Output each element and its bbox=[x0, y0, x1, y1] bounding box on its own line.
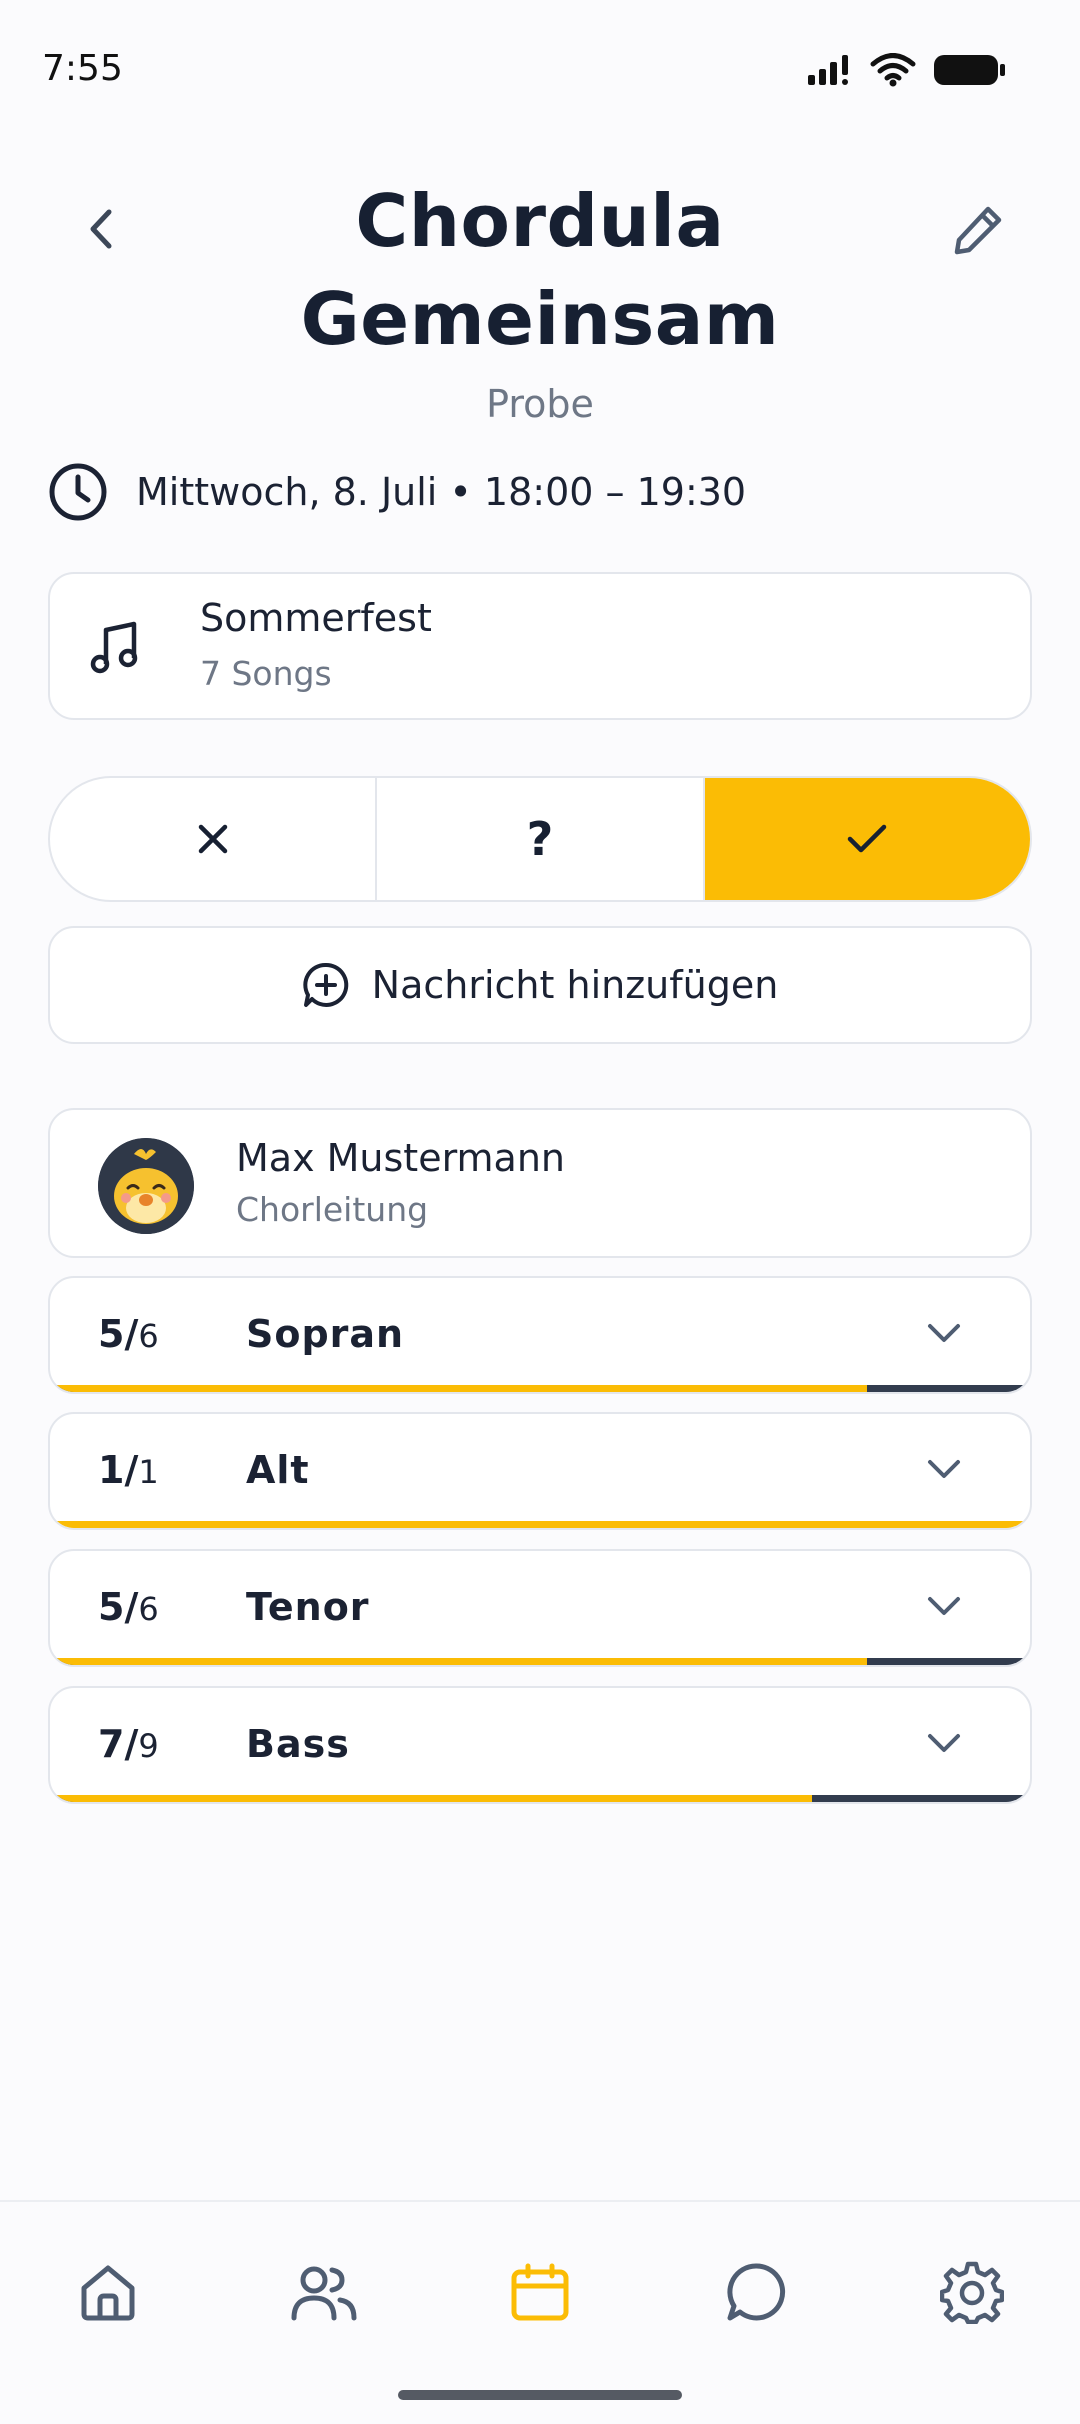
rsvp-decline-button[interactable] bbox=[50, 778, 378, 900]
voice-name: Sopran bbox=[246, 1312, 405, 1356]
setlist-song-count: 7 Songs bbox=[200, 654, 332, 693]
voice-count-total: 6 bbox=[138, 1317, 159, 1355]
rsvp-maybe-label: ? bbox=[526, 812, 554, 866]
event-datetime-row: Mittwoch, 8. Juli • 18:00 – 19:30 bbox=[48, 462, 746, 522]
checkmark-icon bbox=[848, 824, 887, 853]
add-message-label: Nachricht hinzufügen bbox=[371, 963, 779, 1007]
event-datetime: Mittwoch, 8. Juli • 18:00 – 19:30 bbox=[136, 470, 747, 514]
voice-progress-fill bbox=[50, 1521, 1030, 1528]
music-note-icon bbox=[90, 621, 138, 674]
voice-progress-bar bbox=[50, 1385, 1030, 1392]
voice-progress-bar bbox=[50, 1795, 1030, 1802]
nav-calendar[interactable] bbox=[500, 2252, 580, 2332]
calendar-icon bbox=[511, 2263, 569, 2321]
chevron-down-icon bbox=[928, 1597, 960, 1615]
bottom-navigation bbox=[0, 2200, 1080, 2424]
voice-count-confirmed: 5/ bbox=[98, 1585, 139, 1629]
back-button[interactable] bbox=[62, 190, 140, 268]
bird-avatar-icon bbox=[98, 1138, 194, 1234]
clock-icon bbox=[49, 463, 107, 521]
status-bar: 7:55 bbox=[0, 0, 1080, 140]
rsvp-maybe-button[interactable]: ? bbox=[377, 778, 705, 900]
voice-count-confirmed: 7/ bbox=[98, 1722, 139, 1766]
voice-count-confirmed: 1/ bbox=[98, 1448, 139, 1492]
nav-home[interactable] bbox=[68, 2252, 148, 2332]
voice-progress-fill bbox=[50, 1385, 867, 1392]
voice-name: Alt bbox=[246, 1448, 310, 1492]
chevron-down-icon bbox=[928, 1324, 960, 1342]
pencil-icon bbox=[954, 206, 1002, 255]
status-icons bbox=[806, 52, 1008, 88]
choir-leader-card[interactable]: Max Mustermann Chorleitung bbox=[48, 1108, 1032, 1258]
voice-name: Bass bbox=[246, 1722, 350, 1766]
voice-card-sopran[interactable]: 5/6 Sopran bbox=[48, 1276, 1032, 1394]
chat-icon bbox=[727, 2263, 786, 2321]
add-message-button[interactable]: Nachricht hinzufügen bbox=[48, 926, 1032, 1044]
chevron-left-icon bbox=[90, 209, 112, 249]
settings-icon bbox=[940, 2261, 1004, 2324]
voice-count-total: 6 bbox=[138, 1590, 159, 1628]
home-icon bbox=[81, 2265, 135, 2321]
avatar bbox=[98, 1138, 194, 1234]
voice-attendance-count: 5/6 bbox=[98, 1585, 159, 1629]
voice-card-tenor[interactable]: 5/6 Tenor bbox=[48, 1549, 1032, 1667]
nav-members[interactable] bbox=[284, 2252, 364, 2332]
voice-count-total: 1 bbox=[138, 1453, 159, 1491]
home-indicator[interactable] bbox=[398, 2390, 682, 2400]
setlist-card[interactable]: Sommerfest 7 Songs bbox=[48, 572, 1032, 720]
event-title-block: Chordula Gemeinsam Probe bbox=[180, 172, 900, 426]
event-type: Probe bbox=[486, 382, 594, 426]
rsvp-segmented-control: ? bbox=[48, 776, 1032, 902]
rsvp-accept-button[interactable] bbox=[704, 778, 1030, 900]
leader-role: Chorleitung bbox=[236, 1190, 429, 1229]
leader-name: Max Mustermann bbox=[236, 1136, 566, 1180]
voice-progress-fill bbox=[50, 1795, 813, 1802]
nav-settings[interactable] bbox=[932, 2252, 1012, 2332]
voice-attendance-count: 5/6 bbox=[98, 1312, 159, 1356]
edit-button[interactable] bbox=[940, 190, 1018, 268]
event-title-line-1: Chordula bbox=[355, 179, 725, 263]
voice-name: Tenor bbox=[246, 1585, 370, 1629]
voice-attendance-count: 7/9 bbox=[98, 1722, 159, 1766]
voice-progress-bar bbox=[50, 1658, 1030, 1665]
close-icon bbox=[198, 824, 227, 854]
members-icon bbox=[291, 2266, 357, 2321]
status-time: 7:55 bbox=[42, 48, 123, 89]
wifi-icon bbox=[870, 53, 916, 87]
voice-progress-bar bbox=[50, 1521, 1030, 1528]
chevron-down-icon bbox=[928, 1734, 960, 1752]
add-comment-icon bbox=[302, 962, 348, 1007]
event-title-line-2: Gemeinsam bbox=[300, 277, 780, 361]
nav-chat[interactable] bbox=[716, 2252, 796, 2332]
voice-progress-fill bbox=[50, 1658, 867, 1665]
voice-card-bass[interactable]: 7/9 Bass bbox=[48, 1686, 1032, 1804]
setlist-title: Sommerfest bbox=[200, 596, 432, 640]
event-detail-screen: 7:55 Chordula Gemeinsam Probe Mittwoch, … bbox=[0, 0, 1080, 2424]
chevron-down-icon bbox=[928, 1460, 960, 1478]
voice-card-alt[interactable]: 1/1 Alt bbox=[48, 1412, 1032, 1530]
cellular-signal-icon bbox=[808, 55, 848, 85]
voice-attendance-count: 1/1 bbox=[98, 1448, 159, 1492]
voice-count-confirmed: 5/ bbox=[98, 1312, 139, 1356]
voice-count-total: 9 bbox=[138, 1727, 159, 1765]
battery-icon bbox=[934, 55, 1005, 85]
